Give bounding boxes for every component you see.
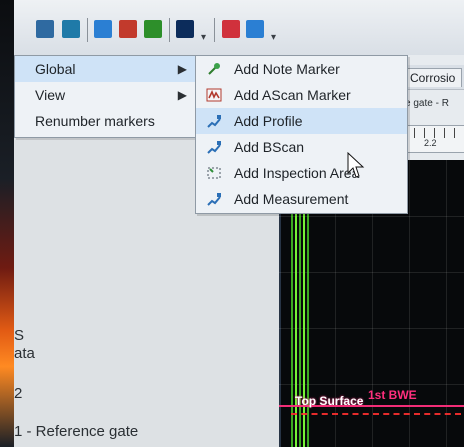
toolbar-layout-icon[interactable] <box>94 20 112 38</box>
toolbar-tool-icon[interactable] <box>36 20 54 38</box>
submenu-item-label: Add Profile <box>234 113 303 129</box>
toolbar-zoom-icon[interactable] <box>62 20 80 38</box>
toolbar-separator <box>169 18 170 42</box>
menu-item-global[interactable]: Global ▶ <box>15 56 195 82</box>
gate-label: e gate - R <box>405 98 449 109</box>
tab-corrosion[interactable]: Corrosio <box>403 68 463 87</box>
ascan-marker-icon <box>206 88 222 102</box>
left-panel-line: S <box>14 327 25 344</box>
submenu-arrow-icon: ▶ <box>177 88 187 102</box>
screen-bezel <box>0 0 14 447</box>
submenu-item-label: Add BScan <box>234 139 305 155</box>
note-marker-icon <box>208 63 220 75</box>
submenu-item-label: Add AScan Marker <box>234 87 351 103</box>
submenu-item-label: Add Note Marker <box>234 61 340 77</box>
inspection-area-icon <box>207 167 221 179</box>
toolbar-gate-icon[interactable] <box>176 20 194 38</box>
submenu-item-add-profile[interactable]: Add Profile <box>196 108 407 134</box>
menu-item-view[interactable]: View ▶ <box>15 82 195 108</box>
menu-item-renumber-markers[interactable]: Renumber markers <box>15 108 195 134</box>
reference-gate-line <box>291 413 461 416</box>
app-window: ▾ ▾ S ata 2 1 - Reference gate Corrosio … <box>0 0 464 447</box>
toolbar-measure-icon[interactable] <box>246 20 264 38</box>
menu-item-label: Renumber markers <box>35 113 155 129</box>
bscan-icon <box>207 141 221 154</box>
ruler-tick <box>434 128 435 138</box>
toolbar-image-icon[interactable] <box>144 20 162 38</box>
submenu-item-add-note-marker[interactable]: Add Note Marker <box>196 56 407 82</box>
left-panel-line: ata <box>14 345 35 362</box>
ruler-tick <box>444 128 445 138</box>
ruler-tick <box>414 128 415 138</box>
toolbar: ▾ ▾ <box>14 0 464 56</box>
menu-item-label: View <box>35 87 66 103</box>
top-surface-label: Top Surface <box>295 394 364 408</box>
toolbar-separator <box>214 18 215 42</box>
global-submenu: Add Note Marker Add AScan Marker Add Pro… <box>195 55 408 214</box>
ruler-tick <box>454 128 455 138</box>
submenu-item-add-ascan-marker[interactable]: Add AScan Marker <box>196 82 407 108</box>
menu-item-label: Global <box>35 61 76 77</box>
toolbar-separator <box>87 18 88 42</box>
profile-icon <box>207 115 221 128</box>
first-bwe-label: 1st BWE <box>368 388 417 402</box>
left-panel-line: 2 <box>14 385 23 402</box>
submenu-item-label: Add Measurement <box>234 191 349 207</box>
toolbar-dropdown-icon[interactable]: ▾ <box>201 33 209 43</box>
grid-line-vertical <box>446 160 447 447</box>
grid-line-vertical <box>409 160 410 447</box>
toolbar-grid-icon[interactable] <box>119 20 137 38</box>
submenu-arrow-icon: ▶ <box>177 62 187 76</box>
toolbar-profile-icon[interactable] <box>222 20 240 38</box>
submenu-item-label: Add Inspection Area <box>234 165 360 181</box>
toolbar-dropdown-icon[interactable]: ▾ <box>271 33 279 43</box>
scan-ruler: 2.2 <box>407 125 464 153</box>
context-menu: Global ▶ View ▶ Renumber markers <box>14 55 196 138</box>
submenu-item-add-bscan[interactable]: Add BScan <box>196 134 407 160</box>
ruler-label: 2.2 <box>424 138 437 148</box>
submenu-item-add-measurement[interactable]: Add Measurement <box>196 186 407 212</box>
ruler-tick <box>424 128 425 138</box>
left-panel-line: 1 - Reference gate <box>14 423 139 440</box>
measurement-icon <box>207 193 221 206</box>
submenu-item-add-inspection-area[interactable]: Add Inspection Area <box>196 160 407 186</box>
mouse-pointer-icon <box>347 152 365 178</box>
